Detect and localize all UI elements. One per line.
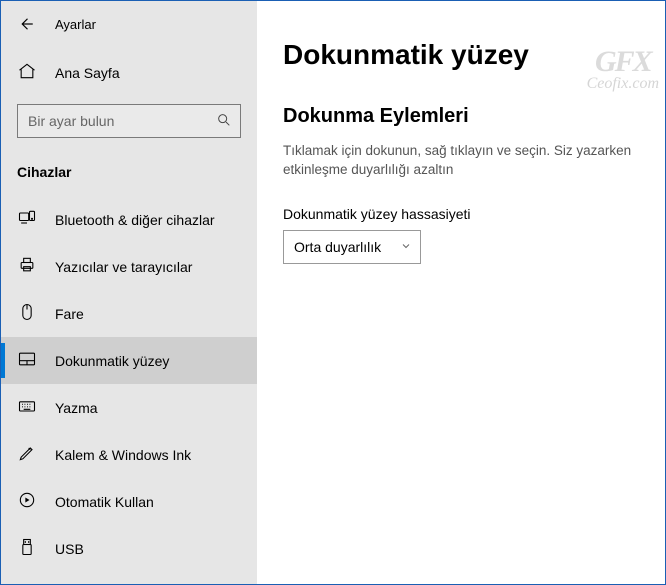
autoplay-icon (17, 490, 37, 513)
sidebar-nav: Bluetooth & diğer cihazlar Yazıcılar ve … (1, 196, 257, 572)
sidebar-item-label: Bluetooth & diğer cihazlar (55, 212, 215, 228)
usb-icon (17, 537, 37, 560)
sidebar-item-label: Kalem & Windows Ink (55, 447, 191, 463)
chevron-down-icon (400, 239, 412, 255)
mouse-icon (17, 302, 37, 325)
keyboard-icon (17, 396, 37, 419)
sidebar-item-home[interactable]: Ana Sayfa (1, 51, 257, 94)
watermark-small: Ceofix.com (587, 75, 659, 93)
pen-icon (17, 443, 37, 466)
sidebar-item-printers[interactable]: Yazıcılar ve tarayıcılar (1, 243, 257, 290)
sidebar-item-mouse[interactable]: Fare (1, 290, 257, 337)
devices-icon (17, 208, 37, 231)
sidebar-item-typing[interactable]: Yazma (1, 384, 257, 431)
category-header: Cihazlar (1, 146, 257, 190)
sensitivity-value: Orta duyarlılık (294, 239, 381, 255)
app-title: Ayarlar (55, 17, 96, 32)
search-icon (216, 112, 232, 131)
sidebar-item-label: Otomatik Kullan (55, 494, 154, 510)
search-input[interactable] (17, 104, 241, 138)
section-title: Dokunma Eylemleri (283, 105, 665, 128)
page-title: Dokunmatik yüzey (283, 39, 665, 71)
sidebar-item-bluetooth[interactable]: Bluetooth & diğer cihazlar (1, 196, 257, 243)
search-field[interactable] (28, 113, 216, 129)
sidebar-item-label: Fare (55, 306, 84, 322)
sidebar-item-pen[interactable]: Kalem & Windows Ink (1, 431, 257, 478)
sidebar: Ayarlar Ana Sayfa Cihazlar (1, 1, 257, 584)
sidebar-item-label: Yazma (55, 400, 98, 416)
sidebar-item-label: Yazıcılar ve tarayıcılar (55, 259, 192, 275)
printer-icon (17, 255, 37, 278)
sidebar-item-usb[interactable]: USB (1, 525, 257, 572)
sidebar-item-label: Dokunmatik yüzey (55, 353, 169, 369)
sidebar-item-autoplay[interactable]: Otomatik Kullan (1, 478, 257, 525)
main-content: Dokunmatik yüzey Dokunma Eylemleri Tıkla… (257, 1, 665, 584)
titlebar: Ayarlar (1, 9, 257, 51)
section-description: Tıklamak için dokunun, sağ tıklayın ve s… (283, 142, 663, 180)
sidebar-item-touchpad[interactable]: Dokunmatik yüzey (1, 337, 257, 384)
sidebar-item-label: USB (55, 541, 84, 557)
touchpad-icon (17, 349, 37, 372)
home-icon (17, 61, 37, 84)
sensitivity-select[interactable]: Orta duyarlılık (283, 230, 421, 264)
sensitivity-label: Dokunmatik yüzey hassasiyeti (283, 206, 665, 222)
home-label: Ana Sayfa (55, 65, 120, 81)
back-icon[interactable] (17, 15, 35, 33)
